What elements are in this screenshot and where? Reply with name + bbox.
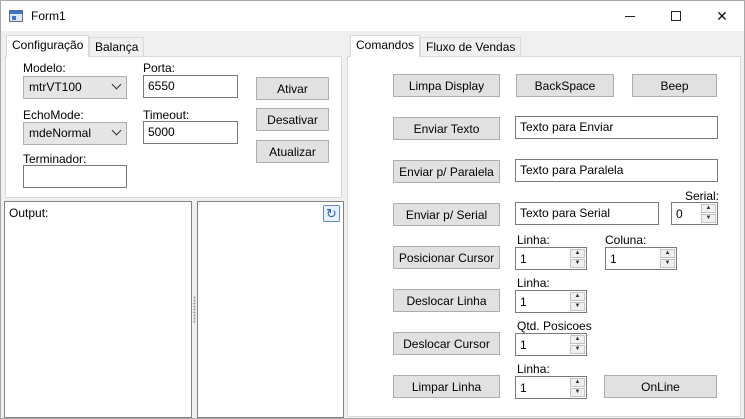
- qtd-posicoes-stepper[interactable]: 1 ▲ ▼: [515, 333, 587, 356]
- stepper-down-icon[interactable]: ▼: [570, 302, 585, 311]
- stepper-down-icon[interactable]: ▼: [660, 259, 675, 268]
- pos-coluna-value: 1: [610, 252, 617, 266]
- atualizar-button[interactable]: Atualizar: [256, 140, 329, 163]
- tab-configuracao[interactable]: Configuração: [6, 35, 90, 57]
- qtd-posicoes-value: 1: [520, 338, 527, 352]
- timeout-input[interactable]: 5000: [143, 121, 238, 144]
- enviar-serial-button[interactable]: Enviar p/ Serial: [393, 203, 500, 226]
- pos-coluna-stepper[interactable]: 1 ▲ ▼: [605, 247, 677, 270]
- pos-linha-label: Linha:: [517, 233, 550, 247]
- enviar-paralela-button[interactable]: Enviar p/ Paralela: [393, 160, 500, 183]
- stepper-up-icon[interactable]: ▲: [570, 292, 585, 301]
- serial-label: Serial:: [685, 189, 720, 203]
- pos-linha-stepper[interactable]: 1 ▲ ▼: [515, 247, 587, 270]
- modelo-select[interactable]: mtrVT100: [23, 76, 127, 99]
- maximize-button[interactable]: [653, 1, 699, 31]
- modelo-label: Modelo:: [23, 61, 66, 75]
- enviar-texto-input[interactable]: Texto para Enviar: [515, 116, 718, 139]
- splitter-handle[interactable]: [193, 296, 196, 324]
- output-secondary-pane[interactable]: [197, 201, 344, 418]
- pos-coluna-label: Coluna:: [605, 233, 647, 247]
- minimize-button[interactable]: [607, 1, 653, 31]
- serial-stepper[interactable]: 0 ▲ ▼: [671, 202, 718, 225]
- stepper-down-icon[interactable]: ▼: [570, 345, 585, 354]
- echomode-select[interactable]: mdeNormal: [23, 122, 127, 145]
- terminador-input[interactable]: [23, 165, 127, 188]
- modelo-value: mtrVT100: [29, 80, 82, 94]
- stepper-up-icon[interactable]: ▲: [660, 249, 675, 258]
- desativar-button[interactable]: Desativar: [256, 108, 329, 131]
- output-pane[interactable]: Output:: [4, 201, 192, 418]
- title-bar: Form1 ✕: [1, 1, 744, 31]
- maximize-icon: [671, 11, 681, 21]
- limpar-linha-stepper[interactable]: 1 ▲ ▼: [515, 376, 587, 399]
- porta-input[interactable]: 6550: [143, 75, 238, 98]
- minimize-icon: [625, 15, 635, 17]
- enviar-texto-button[interactable]: Enviar Texto: [393, 117, 500, 140]
- stepper-up-icon[interactable]: ▲: [570, 335, 585, 344]
- backspace-button[interactable]: BackSpace: [516, 74, 614, 97]
- enviar-serial-input[interactable]: Texto para Serial: [515, 202, 659, 225]
- app-icon: [9, 10, 23, 22]
- desloc-linha-value: 1: [520, 295, 527, 309]
- stepper-up-icon[interactable]: ▲: [701, 204, 716, 213]
- serial-value: 0: [676, 207, 683, 221]
- stepper-down-icon[interactable]: ▼: [570, 259, 585, 268]
- posicionar-cursor-button[interactable]: Posicionar Cursor: [393, 246, 500, 269]
- chevron-down-icon: [111, 125, 122, 136]
- stepper-up-icon[interactable]: ▲: [570, 249, 585, 258]
- close-button[interactable]: ✕: [699, 1, 745, 31]
- limpar-linha-label: Linha:: [517, 362, 550, 376]
- echomode-label: EchoMode:: [23, 108, 84, 122]
- main-window: Form1 ✕ Configuração Balança Modelo: mtr…: [0, 0, 745, 419]
- desloc-linha-label: Linha:: [517, 276, 550, 290]
- limpar-linha-button[interactable]: Limpar Linha: [393, 375, 500, 398]
- stepper-down-icon[interactable]: ▼: [570, 388, 585, 397]
- tab-fluxo-de-vendas[interactable]: Fluxo de Vendas: [420, 37, 522, 57]
- stepper-down-icon[interactable]: ▼: [701, 214, 716, 223]
- limpa-display-button[interactable]: Limpa Display: [393, 74, 500, 97]
- chevron-down-icon: [111, 79, 122, 90]
- deslocar-linha-button[interactable]: Deslocar Linha: [393, 289, 500, 312]
- window-title: Form1: [31, 9, 66, 23]
- enviar-paralela-input[interactable]: Texto para Paralela: [515, 159, 718, 182]
- beep-button[interactable]: Beep: [632, 74, 717, 97]
- tab-balanca[interactable]: Balança: [89, 37, 145, 57]
- tab-comandos[interactable]: Comandos: [350, 35, 421, 57]
- echomode-value: mdeNormal: [29, 126, 92, 140]
- stepper-up-icon[interactable]: ▲: [570, 378, 585, 387]
- ativar-button[interactable]: Ativar: [256, 77, 329, 100]
- porta-label: Porta:: [143, 61, 176, 75]
- output-label: Output:: [9, 206, 49, 220]
- close-icon: ✕: [716, 7, 728, 24]
- qtd-posicoes-label: Qtd. Posicoes: [517, 319, 592, 333]
- desloc-linha-stepper[interactable]: 1 ▲ ▼: [515, 290, 587, 313]
- deslocar-cursor-button[interactable]: Deslocar Cursor: [393, 332, 500, 355]
- timeout-label: Timeout:: [143, 108, 190, 122]
- pos-linha-value: 1: [520, 252, 527, 266]
- refresh-icon[interactable]: ↻: [323, 205, 340, 222]
- terminador-label: Terminador:: [23, 152, 87, 166]
- online-button[interactable]: OnLine: [604, 375, 717, 398]
- limpar-linha-value: 1: [520, 381, 527, 395]
